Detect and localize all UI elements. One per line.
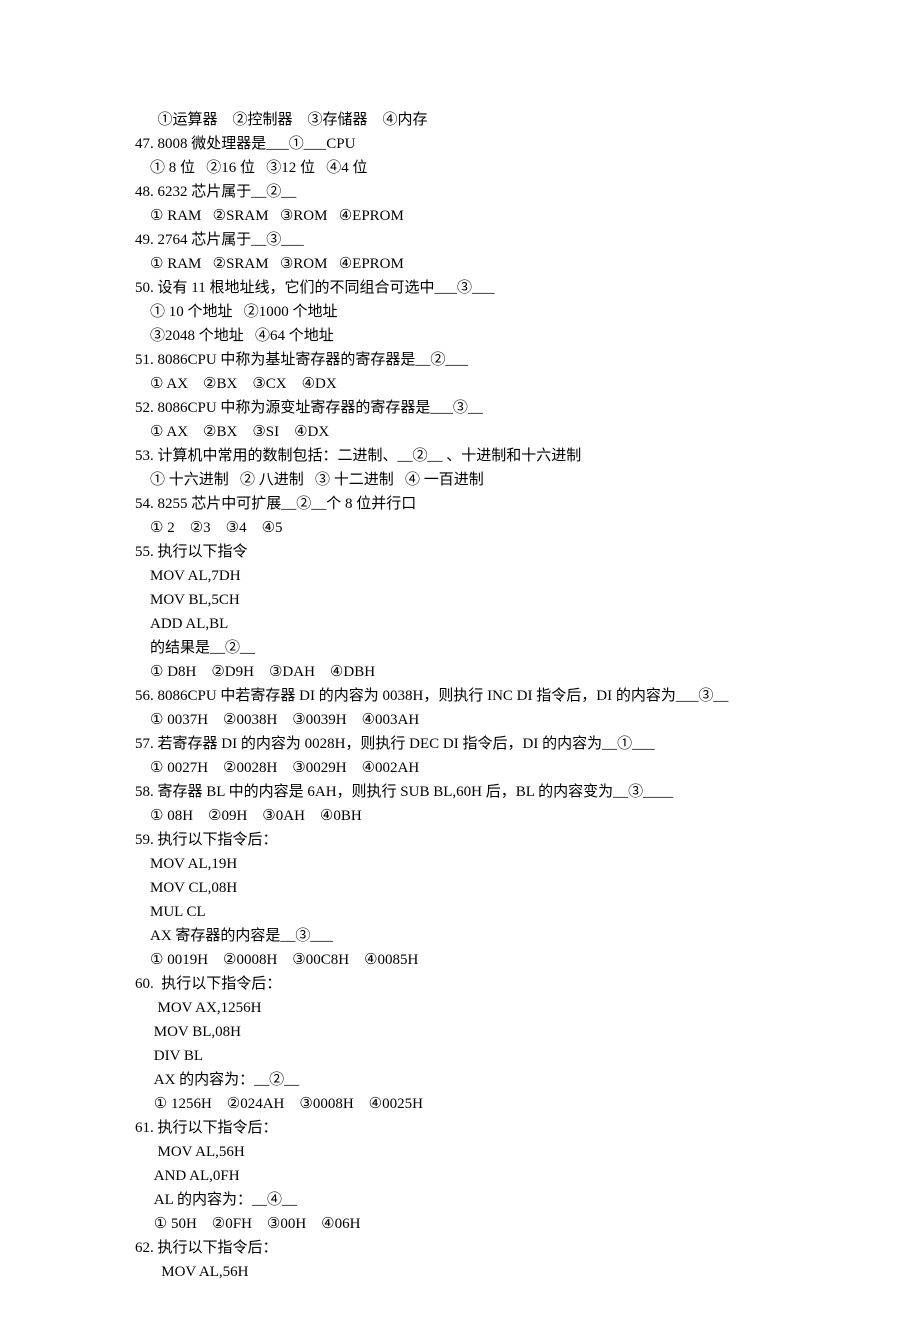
text-line: 的结果是__②__ (135, 636, 850, 660)
text-line: ① RAM ②SRAM ③ROM ④EPROM (135, 204, 850, 228)
text-line: 56. 8086CPU 中若寄存器 DI 的内容为 0038H，则执行 INC … (135, 684, 850, 708)
text-line: DIV BL (135, 1044, 850, 1068)
text-line: 49. 2764 芯片属于__③___ (135, 228, 850, 252)
text-line: ① 1256H ②024AH ③0008H ④0025H (135, 1092, 850, 1116)
text-line: 52. 8086CPU 中称为源变址寄存器的寄存器是___③__ (135, 396, 850, 420)
text-line: MOV AX,1256H (135, 996, 850, 1020)
text-line: ① AX ②BX ③SI ④DX (135, 420, 850, 444)
text-line: ADD AL,BL (135, 612, 850, 636)
text-line: ① 0019H ②0008H ③00C8H ④0085H (135, 948, 850, 972)
text-line: AX 寄存器的内容是__③___ (135, 924, 850, 948)
text-line: 58. 寄存器 BL 中的内容是 6AH，则执行 SUB BL,60H 后，BL… (135, 780, 850, 804)
text-line: AND AL,0FH (135, 1164, 850, 1188)
text-line: MOV AL,56H (135, 1140, 850, 1164)
text-line: MOV BL,5CH (135, 588, 850, 612)
text-line: ① RAM ②SRAM ③ROM ④EPROM (135, 252, 850, 276)
text-line: ① 2 ②3 ③4 ④5 (135, 516, 850, 540)
text-line: 51. 8086CPU 中称为基址寄存器的寄存器是__②___ (135, 348, 850, 372)
text-line: MOV AL,7DH (135, 564, 850, 588)
text-line: AL 的内容为：__④__ (135, 1188, 850, 1212)
text-line: ① 50H ②0FH ③00H ④06H (135, 1212, 850, 1236)
text-line: ① AX ②BX ③CX ④DX (135, 372, 850, 396)
text-line: 61. 执行以下指令后： (135, 1116, 850, 1140)
text-line: 54. 8255 芯片中可扩展__②__个 8 位并行口 (135, 492, 850, 516)
text-line: MOV AL,19H (135, 852, 850, 876)
text-line: 59. 执行以下指令后： (135, 828, 850, 852)
text-line: ① 08H ②09H ③0AH ④0BH (135, 804, 850, 828)
text-line: ① 0037H ②0038H ③0039H ④003AH (135, 708, 850, 732)
text-line: ① 10 个地址 ②1000 个地址 (135, 300, 850, 324)
text-line: ③2048 个地址 ④64 个地址 (135, 324, 850, 348)
text-line: 57. 若寄存器 DI 的内容为 0028H，则执行 DEC DI 指令后，DI… (135, 732, 850, 756)
text-line: 50. 设有 11 根地址线，它们的不同组合可选中___③___ (135, 276, 850, 300)
text-line: 47. 8008 微处理器是___①___CPU (135, 132, 850, 156)
text-line: MUL CL (135, 900, 850, 924)
text-line: 60. 执行以下指令后： (135, 972, 850, 996)
text-line: 53. 计算机中常用的数制包括：二进制、__②__ 、十进制和十六进制 (135, 444, 850, 468)
text-line: 55. 执行以下指令 (135, 540, 850, 564)
content-container: ①运算器 ②控制器 ③存储器 ④内存47. 8008 微处理器是___①___C… (135, 108, 850, 1284)
text-line: 48. 6232 芯片属于__②__ (135, 180, 850, 204)
text-line: AX 的内容为：__②__ (135, 1068, 850, 1092)
text-line: ① 8 位 ②16 位 ③12 位 ④4 位 (135, 156, 850, 180)
text-line: ① 0027H ②0028H ③0029H ④002AH (135, 756, 850, 780)
text-line: MOV CL,08H (135, 876, 850, 900)
document-page: ①运算器 ②控制器 ③存储器 ④内存47. 8008 微处理器是___①___C… (0, 0, 920, 1344)
text-line: MOV BL,08H (135, 1020, 850, 1044)
text-line: MOV AL,56H (135, 1260, 850, 1284)
text-line: ① D8H ②D9H ③DAH ④DBH (135, 660, 850, 684)
text-line: ① 十六进制 ② 八进制 ③ 十二进制 ④ 一百进制 (135, 468, 850, 492)
text-line: 62. 执行以下指令后： (135, 1236, 850, 1260)
text-line: ①运算器 ②控制器 ③存储器 ④内存 (135, 108, 850, 132)
